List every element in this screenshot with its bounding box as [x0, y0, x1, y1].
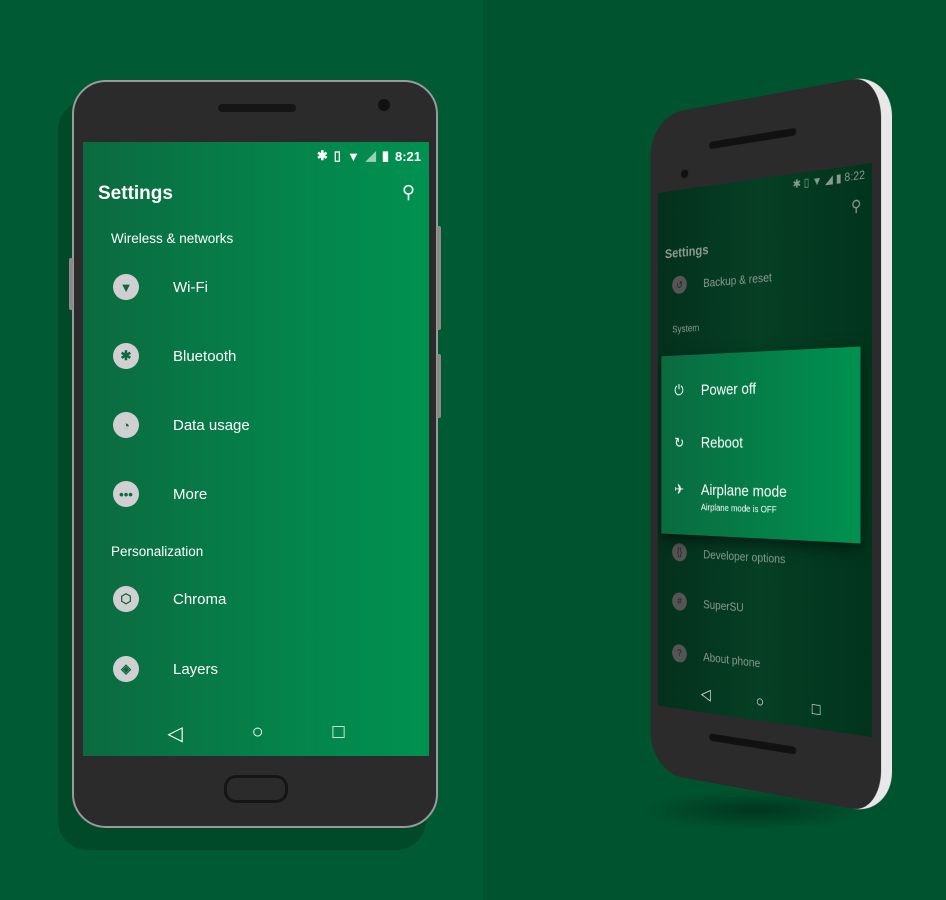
option-label: Airplane mode — [700, 481, 787, 501]
power-menu-screen: ✱ ▯ ▼ ◢ ▮ 8:22 ⚲ Settings ↺ Backup & rese… — [657, 162, 873, 738]
home-icon[interactable]: ○ — [756, 692, 764, 712]
settings-item-backup[interactable]: ↺ Backup & reset — [672, 267, 772, 295]
settings-item-chroma[interactable]: ⬡ Chroma — [113, 586, 226, 612]
settings-item-data-usage[interactable]: ◔ Data usage — [113, 412, 250, 438]
airplane-option[interactable]: ✈ Airplane mode — [674, 481, 787, 502]
settings-item-layers[interactable]: ◈ Layers — [113, 656, 218, 682]
item-label: Backup & reset — [703, 269, 772, 290]
camera — [378, 99, 390, 111]
recents-icon[interactable]: □ — [332, 721, 344, 746]
right-phone: ✱ ▯ ▼ ◢ ▮ 8:22 ⚲ Settings ↺ Backup & rese… — [650, 72, 892, 816]
chroma-icon: ⬡ — [113, 586, 139, 612]
signal-icon: ◢ — [365, 148, 376, 163]
item-label: More — [173, 485, 208, 503]
home-button[interactable] — [224, 775, 288, 803]
developer-icon: {} — [672, 542, 687, 562]
speaker — [218, 104, 296, 112]
section-header: Personalization — [111, 544, 204, 559]
item-label: About phone — [703, 649, 761, 670]
item-label: Wi-Fi — [173, 278, 208, 296]
reboot-icon: ↻ — [674, 435, 685, 452]
page-title: Settings — [664, 242, 709, 263]
power-menu-dialog: ⏻ Power off ↻ Reboot ✈ Airplane mode Airpla… — [661, 346, 861, 544]
bluetooth-icon: ✱ — [113, 343, 139, 369]
side-button — [437, 226, 441, 330]
back-icon[interactable]: ◁ — [167, 721, 182, 746]
recents-icon[interactable]: □ — [812, 699, 821, 719]
section-header: System — [672, 322, 700, 336]
power-icon: ⏻ — [674, 383, 684, 399]
search-icon[interactable]: ⚲ — [402, 182, 415, 203]
status-bar: ✱ ▯ ▼ ◢ ▮ 8:21 — [317, 148, 421, 164]
status-time: 8:22 — [844, 167, 865, 185]
settings-item-about[interactable]: ? About phone — [672, 643, 761, 672]
item-label: Developer options — [703, 546, 786, 566]
layers-icon: ◈ — [113, 656, 139, 682]
item-label: Bluetooth — [173, 347, 237, 365]
settings-item-bluetooth[interactable]: ✱ Bluetooth — [113, 343, 236, 369]
status-time: 8:21 — [394, 148, 421, 164]
settings-screen: ✱ ▯ ▼ ◢ ▮ 8:21 Settings ⚲ Wireless & net… — [83, 142, 429, 756]
option-label: Reboot — [700, 433, 743, 452]
hash-icon: # — [672, 591, 687, 612]
section-header: Wireless & networks — [111, 231, 234, 246]
item-label: SuperSU — [703, 596, 744, 615]
data-usage-icon: ◔ — [113, 412, 139, 438]
item-label: Data usage — [173, 416, 250, 434]
status-icons: ✱ ▯ ▼ ◢ ▮ — [792, 170, 845, 192]
page-title: Settings — [98, 183, 173, 204]
search-icon[interactable]: ⚲ — [851, 196, 861, 217]
home-icon[interactable]: ○ — [252, 721, 264, 746]
airplane-icon: ✈ — [674, 482, 685, 498]
airplane-status: Airplane mode is OFF — [700, 502, 777, 516]
settings-item-more[interactable]: ••• More — [113, 481, 207, 507]
power-button — [437, 354, 441, 418]
settings-item-developer[interactable]: {} Developer options — [672, 542, 786, 568]
bluetooth-icon: ✱ — [316, 148, 328, 163]
power-off-option[interactable]: ⏻ Power off — [674, 380, 756, 401]
settings-item-wifi[interactable]: ▼ Wi-Fi — [113, 274, 208, 300]
battery-icon: ▮ — [381, 148, 389, 163]
backup-icon: ↺ — [672, 275, 687, 295]
reboot-option[interactable]: ↻ Reboot — [674, 434, 743, 453]
item-label: Chroma — [173, 590, 227, 608]
volume-button — [69, 258, 73, 310]
nav-bar: ◁ ○ □ — [83, 721, 429, 746]
info-icon: ? — [672, 643, 687, 664]
left-phone: ✱ ▯ ▼ ◢ ▮ 8:21 Settings ⚲ Wireless & net… — [69, 80, 441, 828]
option-label: Power off — [700, 379, 757, 399]
back-icon[interactable]: ◁ — [701, 685, 711, 705]
wifi-icon: ▼ — [346, 148, 360, 164]
settings-item-supersu[interactable]: # SuperSU — [672, 591, 744, 616]
vibrate-icon: ▯ — [333, 148, 341, 163]
item-label: Layers — [173, 660, 219, 678]
wifi-icon: ▼ — [113, 274, 139, 300]
more-icon: ••• — [113, 481, 139, 507]
